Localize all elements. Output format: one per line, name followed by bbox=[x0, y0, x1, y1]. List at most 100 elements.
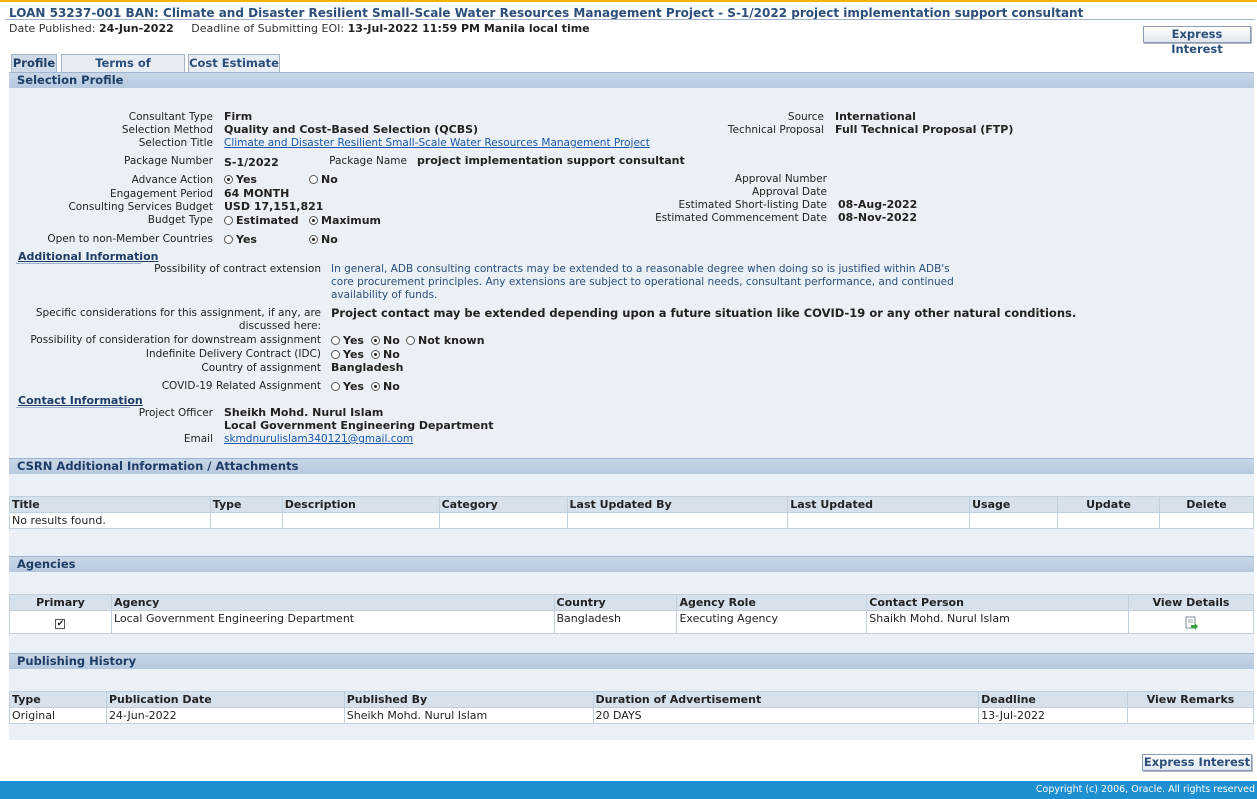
view-details-icon[interactable] bbox=[1185, 616, 1198, 630]
csrn-header: CSRN Additional Information / Attachment… bbox=[9, 458, 1254, 474]
covid-label: COVID-19 Related Assignment bbox=[161, 380, 321, 392]
radio-unselected-icon bbox=[309, 175, 318, 184]
covid-no-radio[interactable]: No bbox=[371, 380, 400, 393]
table-row: Original 24-Jun-2022 Sheikh Mohd. Nurul … bbox=[9, 707, 1254, 724]
radio-unselected-icon bbox=[406, 336, 415, 345]
package-number-label: Package Number bbox=[123, 155, 213, 167]
commencement-label: Estimated Commencement Date bbox=[655, 212, 827, 224]
column-header: Deadline bbox=[978, 691, 1129, 708]
selection-method-label: Selection Method bbox=[121, 124, 213, 136]
budget-value: USD 17,151,821 bbox=[224, 200, 324, 213]
approval-date-label: Approval Date bbox=[751, 186, 827, 198]
radio-selected-icon bbox=[224, 175, 233, 184]
radio-unselected-icon bbox=[331, 350, 340, 359]
column-header: Publication Date bbox=[105, 691, 345, 708]
column-header: View Remarks bbox=[1127, 691, 1254, 708]
column-header: Contact Person bbox=[866, 594, 1130, 611]
content-panel bbox=[9, 72, 1254, 740]
package-name-value: project implementation support consultan… bbox=[417, 154, 685, 167]
publishing-history-header: Publishing History bbox=[9, 653, 1254, 669]
deadline: 13-Jul-2022 11:59 PM Manila local time bbox=[347, 22, 590, 35]
duration-cell: 20 DAYS bbox=[592, 707, 980, 724]
non-member-yes-radio[interactable]: Yes bbox=[224, 233, 257, 246]
consultant-type-label: Consultant Type bbox=[128, 111, 213, 123]
non-member-no-radio[interactable]: No bbox=[309, 233, 338, 246]
advance-action-no-radio[interactable]: No bbox=[309, 173, 338, 186]
express-interest-button-bottom[interactable]: Express Interest bbox=[1142, 754, 1252, 771]
table-cell bbox=[566, 512, 789, 529]
table-header-row: Primary Agency Country Agency Role Conta… bbox=[9, 594, 1254, 611]
project-officer-label: Project Officer bbox=[138, 407, 213, 419]
advance-action-yes-radio[interactable]: Yes bbox=[224, 173, 257, 186]
contact-cell: Shaikh Mohd. Nurul Islam bbox=[866, 610, 1130, 634]
contact-information-heading[interactable]: Contact Information bbox=[18, 394, 143, 407]
country-value: Bangladesh bbox=[331, 361, 404, 374]
table-cell bbox=[969, 512, 1059, 529]
additional-information-underline bbox=[16, 263, 141, 264]
column-header[interactable]: Last Updated By bbox=[566, 496, 789, 513]
package-number-value: S-1/2022 bbox=[224, 156, 279, 169]
column-header[interactable]: Category bbox=[438, 496, 568, 513]
column-header[interactable]: Last Updated bbox=[787, 496, 971, 513]
column-header: Country bbox=[553, 594, 678, 611]
downstream-not-known-radio[interactable]: Not known bbox=[406, 334, 485, 347]
package-name-label: Package Name bbox=[329, 155, 407, 167]
email-label: Email bbox=[183, 433, 213, 445]
radio-selected-icon bbox=[371, 350, 380, 359]
non-member-label: Open to non-Member Countries bbox=[47, 233, 213, 245]
empty-message: No results found. bbox=[9, 512, 211, 529]
column-header[interactable]: Type bbox=[209, 496, 283, 513]
idc-no-radio[interactable]: No bbox=[371, 348, 400, 361]
date-published: 24-Jun-2022 bbox=[98, 22, 174, 35]
primary-checkbox[interactable]: ✔ bbox=[55, 618, 66, 629]
tab-terms-of-reference[interactable]: Terms of Reference bbox=[61, 54, 185, 87]
table-header-row: Type Publication Date Published By Durat… bbox=[9, 691, 1254, 708]
idc-yes-radio[interactable]: Yes bbox=[331, 348, 364, 361]
covid-yes-radio[interactable]: Yes bbox=[331, 380, 364, 393]
approval-number-label: Approval Number bbox=[734, 173, 827, 185]
table-cell bbox=[787, 512, 971, 529]
downstream-yes-radio[interactable]: Yes bbox=[331, 334, 364, 347]
radio-unselected-icon bbox=[224, 216, 233, 225]
email-link[interactable]: skmdnurulislam340121@gmail.com bbox=[224, 433, 413, 445]
radio-unselected-icon bbox=[224, 235, 233, 244]
budget-type-label: Budget Type bbox=[147, 214, 213, 226]
shortlisting-label: Estimated Short-listing Date bbox=[678, 199, 827, 211]
column-header: View Details bbox=[1128, 594, 1254, 611]
view-remarks-cell bbox=[1127, 707, 1254, 724]
country-cell: Bangladesh bbox=[553, 610, 678, 634]
specific-considerations-label-1: Specific considerations for this assignm… bbox=[35, 307, 321, 319]
published-by-cell: Sheikh Mohd. Nurul Islam bbox=[343, 707, 594, 724]
engagement-period-value: 64 MONTH bbox=[224, 187, 290, 200]
budget-maximum-radio[interactable]: Maximum bbox=[309, 214, 381, 227]
column-header[interactable]: Title bbox=[9, 496, 211, 513]
column-header: Published By bbox=[343, 691, 594, 708]
downstream-no-radio[interactable]: No bbox=[371, 334, 400, 347]
table-cell bbox=[1057, 512, 1160, 529]
tab-profile[interactable]: Profile bbox=[11, 54, 57, 72]
column-header: Type bbox=[9, 691, 107, 708]
role-cell: Executing Agency bbox=[676, 610, 868, 634]
column-header: Agency bbox=[110, 594, 555, 611]
table-cell bbox=[438, 512, 568, 529]
column-header: Duration of Advertisement bbox=[592, 691, 980, 708]
source-label: Source bbox=[787, 111, 824, 123]
radio-unselected-icon bbox=[331, 336, 340, 345]
column-header[interactable]: Description bbox=[281, 496, 440, 513]
column-header: Primary bbox=[9, 594, 112, 611]
tab-cost-estimate[interactable]: Cost Estimate bbox=[188, 54, 280, 72]
shortlisting-value: 08-Aug-2022 bbox=[838, 198, 918, 211]
radio-selected-icon bbox=[371, 336, 380, 345]
specific-considerations-label-2: discussed here: bbox=[238, 320, 321, 332]
column-header: Agency Role bbox=[676, 594, 868, 611]
idc-label: Indefinite Delivery Contract (IDC) bbox=[145, 348, 321, 360]
commencement-value: 08-Nov-2022 bbox=[838, 211, 917, 224]
column-header: Update bbox=[1057, 496, 1160, 513]
selection-title-link[interactable]: Climate and Disaster Resilient Small-Sca… bbox=[224, 137, 650, 149]
express-interest-button-top[interactable]: Express Interest bbox=[1143, 26, 1251, 56]
column-header: Usage bbox=[969, 496, 1059, 513]
budget-estimated-radio[interactable]: Estimated bbox=[224, 214, 299, 227]
agency-cell: Local Government Engineering Department bbox=[110, 610, 555, 634]
additional-information-heading[interactable]: Additional Information bbox=[18, 250, 158, 263]
selection-method-value: Quality and Cost-Based Selection (QCBS) bbox=[224, 123, 479, 136]
